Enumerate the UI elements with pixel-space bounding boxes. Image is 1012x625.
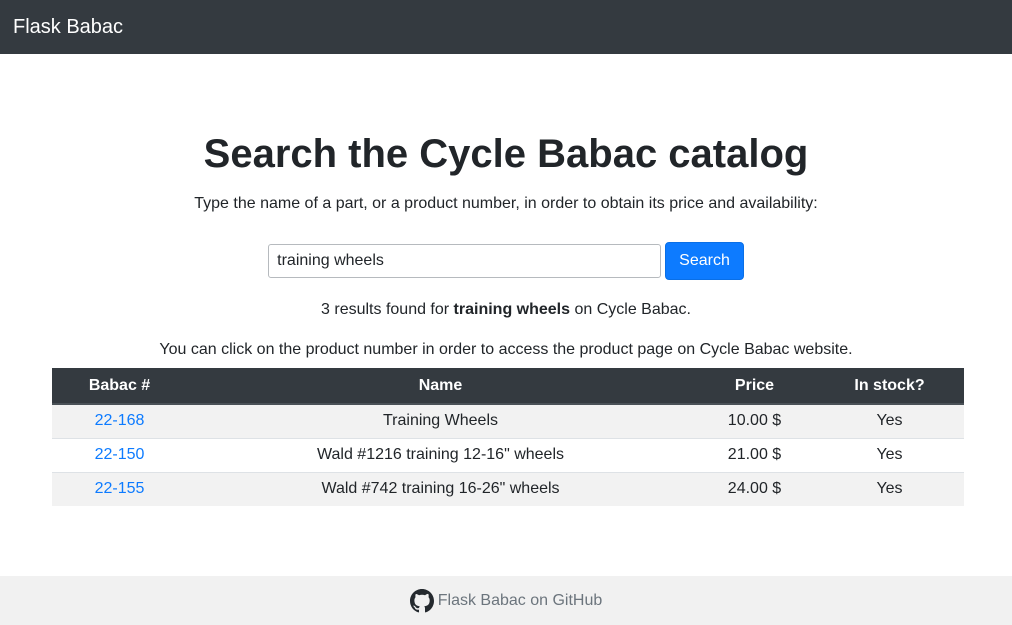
cell-number: 22-168 (52, 404, 187, 438)
product-link[interactable]: 22-168 (95, 412, 145, 429)
table-header: Babac # Name Price In stock? (52, 368, 964, 405)
main-content: Search the Cycle Babac catalog Type the … (0, 132, 1012, 506)
table-row: 22-168 Training Wheels 10.00 $ Yes (52, 404, 964, 438)
product-link[interactable]: 22-155 (95, 480, 145, 497)
navbar: Flask Babac (0, 0, 1012, 54)
cell-number: 22-150 (52, 437, 187, 472)
product-link[interactable]: 22-150 (95, 446, 145, 463)
header-name: Name (187, 368, 694, 405)
search-input[interactable] (268, 244, 662, 278)
cell-number: 22-155 (52, 471, 187, 506)
cell-name: Wald #1216 training 12-16" wheels (187, 437, 694, 472)
cell-stock: Yes (815, 437, 964, 472)
page-title: Search the Cycle Babac catalog (203, 132, 809, 176)
table-row: 22-155 Wald #742 training 16-26" wheels … (52, 471, 964, 506)
cell-price: 21.00 $ (694, 437, 815, 472)
results-summary: 3 results found for training wheels on C… (0, 300, 1012, 320)
cell-price: 10.00 $ (694, 404, 815, 438)
cell-stock: Yes (815, 404, 964, 438)
search-form: Search (0, 242, 1012, 280)
page-subtitle: Type the name of a part, or a product nu… (194, 195, 818, 212)
results-table-wrapper: Babac # Name Price In stock? 22-168 Trai… (52, 368, 964, 506)
cell-name: Training Wheels (187, 404, 694, 438)
table-body: 22-168 Training Wheels 10.00 $ Yes 22-15… (52, 404, 964, 506)
results-count: 3 results found for (321, 301, 454, 318)
search-button[interactable]: Search (665, 242, 744, 280)
results-table: Babac # Name Price In stock? 22-168 Trai… (52, 368, 964, 506)
table-row: 22-150 Wald #1216 training 12-16" wheels… (52, 437, 964, 472)
results-hint: You can click on the product number in o… (159, 341, 853, 358)
results-query: training wheels (453, 301, 571, 318)
github-icon (409, 588, 434, 613)
cell-stock: Yes (815, 471, 964, 506)
navbar-brand[interactable]: Flask Babac (13, 16, 123, 39)
header-price: Price (694, 368, 815, 405)
github-link[interactable]: Flask Babac on GitHub (409, 588, 603, 613)
github-link-label: Flask Babac on GitHub (437, 591, 603, 609)
header-in-stock: In stock? (815, 368, 964, 405)
results-suffix: on Cycle Babac. (570, 301, 691, 318)
table-header-row: Babac # Name Price In stock? (52, 368, 964, 405)
cell-name: Wald #742 training 16-26" wheels (187, 471, 694, 506)
footer: Flask Babac on GitHub (0, 576, 1012, 625)
header-babac-number: Babac # (52, 368, 187, 405)
cell-price: 24.00 $ (694, 471, 815, 506)
